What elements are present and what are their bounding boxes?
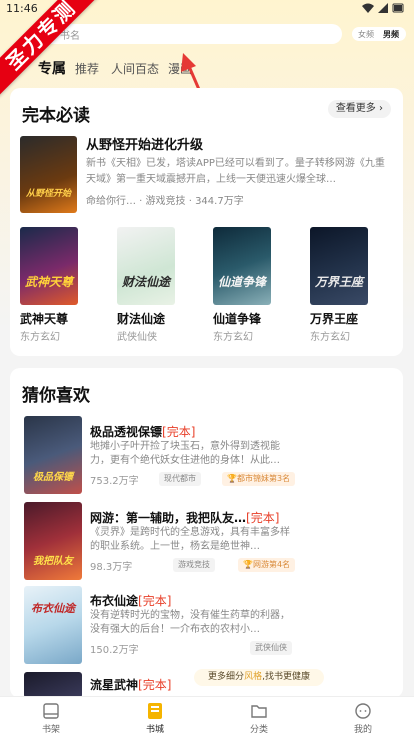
gender-male-option[interactable]: 男频 — [383, 29, 399, 40]
toast-highlight: 风格 — [244, 672, 263, 682]
book-title-text: 流星武神 — [90, 678, 139, 692]
book-status-tag: [完本] — [162, 425, 196, 439]
book-cover[interactable]: 布衣仙途 — [24, 586, 82, 664]
book-cover[interactable]: 万界王座 — [310, 227, 368, 305]
book-title: 网游：第一辅助，我把队友…[完本] — [90, 509, 279, 526]
book-cover[interactable]: 财法仙途 — [117, 227, 175, 305]
cover-title: 布衣仙途 — [31, 602, 75, 615]
section-title: 猜你喜欢 — [22, 386, 90, 406]
book-description: 没有逆转时光的宝物，没有催生药草的利器，没有强大的后台！一介布衣的农村小… — [90, 610, 290, 635]
cover-title: 从野怪开始 — [25, 189, 71, 199]
see-more-button[interactable]: 查看更多 › — [327, 100, 391, 118]
category-badge: 武侠仙侠 — [250, 641, 292, 655]
nav-bookstore[interactable]: 书城 — [125, 697, 185, 737]
wifi-signal-battery-icon — [362, 3, 404, 13]
bookshelf-icon — [43, 703, 59, 719]
nav-profile[interactable]: 我的 — [333, 697, 393, 737]
see-more-label: 查看更多 — [335, 103, 376, 114]
section-title: 完本必读 — [22, 106, 90, 126]
tab-recommend[interactable]: 推荐 — [75, 60, 99, 77]
trophy-icon: 🏆 — [243, 560, 253, 569]
profile-icon — [355, 703, 371, 719]
rank-text: 网游第4名 — [252, 560, 291, 569]
status-time: 11:46 — [6, 2, 38, 15]
finished-books-card: 完本必读 查看更多 › 从野怪开始 从野怪开始进化升级 新书《天相》已发，塔读A… — [10, 88, 403, 356]
word-count: 98.3万字 — [90, 562, 133, 573]
book-cover[interactable]: 从野怪开始 — [20, 136, 77, 213]
rank-badge: 🏆网游第4名 — [238, 558, 296, 572]
nav-category[interactable]: 分类 — [229, 697, 289, 737]
cover-title: 我把队友 — [33, 556, 73, 567]
word-count: 150.2万字 — [90, 645, 139, 656]
trophy-icon: 🏆 — [227, 474, 237, 483]
book-title-text: 网游：第一辅助，我把队友… — [90, 511, 247, 525]
book-description: 地摊小子叶开捡了块玉石，意外得到透视能力，更有个绝代妖女住进他的身体！从此… — [90, 441, 280, 466]
tab-exclusive[interactable]: 专属 — [38, 58, 66, 78]
featured-book-title[interactable]: 从野怪开始进化升级 — [86, 134, 203, 153]
book-title-text: 极品透视保镖 — [90, 425, 163, 439]
book-cover[interactable]: 武神天尊 — [20, 227, 78, 305]
book-cover[interactable]: 仙道争锋 — [213, 227, 271, 305]
tip-toast[interactable]: 更多细分风格,找书更健康 — [194, 669, 324, 686]
book-cover[interactable] — [24, 672, 82, 698]
cover-title: 极品保镖 — [33, 472, 73, 483]
cover-title: 财法仙途 — [121, 275, 170, 289]
rank-badge: 🏆都市锦妹第3名 — [222, 472, 296, 486]
bookstore-icon — [148, 703, 162, 719]
toast-prefix: 更多细分 — [208, 672, 245, 682]
category-badge: 游戏竞技 — [173, 558, 215, 572]
category-tabs: 专属 推荐 人间百态 漫画 — [0, 58, 414, 78]
featured-book-meta: 命给你行… · 游戏竞技 · 344.7万字 — [86, 196, 244, 207]
gender-toggle[interactable]: 女频 男频 — [352, 27, 406, 41]
book-category: 东方玄幻 — [213, 332, 253, 343]
guess-you-like-card: 猜你喜欢 极品保镖 极品透视保镖[完本] 地摊小子叶开捡了块玉石，意外得到透视能… — [10, 368, 403, 698]
book-cover[interactable]: 极品保镖 — [24, 416, 82, 494]
cover-title: 武神天尊 — [24, 275, 73, 289]
nav-bookshelf[interactable]: 书架 — [21, 697, 81, 737]
book-description: 《灵界》是跨时代的全息游戏，具有丰富多样的职业系统。上一世，杨玄是绝世神… — [90, 527, 290, 552]
book-category: 东方玄幻 — [310, 332, 350, 343]
book-name: 万界王座 — [310, 312, 359, 326]
bottom-navigation: 书架 书城 分类 我的 — [0, 696, 414, 737]
book-status-tag: [完本] — [246, 511, 280, 525]
book-category: 东方玄幻 — [20, 332, 60, 343]
rank-text: 都市锦妹第3名 — [236, 474, 291, 483]
book-status-tag: [完本] — [138, 678, 172, 692]
tab-human-world[interactable]: 人间百态 — [111, 60, 159, 77]
book-title: 流星武神[完本] — [90, 676, 171, 693]
book-status-tag: [完本] — [138, 594, 172, 608]
cover-title: 万界王座 — [314, 275, 363, 289]
nav-label: 分类 — [249, 725, 268, 735]
book-title-text: 布衣仙途 — [90, 594, 139, 608]
category-badge: 现代都市 — [159, 472, 201, 486]
nav-label: 书架 — [41, 725, 60, 735]
book-cover[interactable]: 我把队友 — [24, 502, 82, 580]
book-name: 武神天尊 — [20, 312, 69, 326]
book-category: 武侠仙侠 — [117, 332, 157, 343]
book-title: 极品透视保镖[完本] — [90, 423, 195, 440]
nav-label: 书城 — [145, 725, 164, 735]
nav-label: 我的 — [353, 725, 372, 735]
book-title: 布衣仙途[完本] — [90, 592, 171, 609]
book-name: 财法仙途 — [117, 312, 166, 326]
status-icons — [360, 2, 406, 17]
toast-suffix: ,找书更健康 — [262, 672, 310, 682]
search-bar[interactable]: 书名 — [36, 24, 342, 44]
folder-icon — [251, 705, 267, 718]
featured-book-description: 新书《天相》已发，塔读APP已经可以看到了。量子转移网游《九重天域》第一重天域震… — [86, 158, 385, 185]
word-count: 753.2万字 — [90, 476, 139, 487]
gender-female-option[interactable]: 女频 — [358, 29, 374, 40]
tab-comics[interactable]: 漫画 — [168, 60, 192, 77]
book-name: 仙道争锋 — [213, 312, 262, 326]
cover-title: 仙道争锋 — [217, 275, 266, 289]
